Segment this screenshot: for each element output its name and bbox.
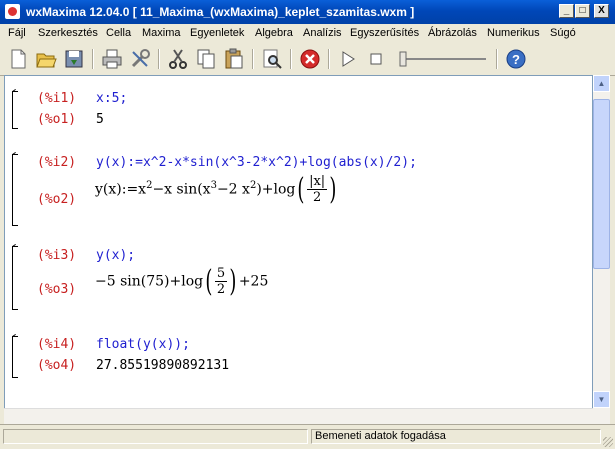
- status-left-pane: [3, 429, 308, 444]
- output-value: 27.85519890892131: [96, 358, 230, 373]
- scroll-up-icon[interactable]: ▲: [593, 75, 610, 92]
- stop-icon[interactable]: [298, 47, 322, 71]
- menu-maxima[interactable]: Maxima: [142, 27, 181, 39]
- window-title: wxMaxima 12.04.0 [ 11_Maxima_(wxMaxima)_…: [26, 5, 415, 19]
- help-icon[interactable]: ?: [504, 47, 528, 71]
- vertical-scrollbar[interactable]: ▲ ▼: [593, 75, 610, 424]
- wxmaxima-app-icon: [5, 4, 20, 19]
- stop-square-icon[interactable]: [364, 47, 388, 71]
- animation-slider[interactable]: [396, 47, 490, 71]
- cell-bracket[interactable]: [12, 91, 18, 129]
- output-formula: −5 sin(75)+log(5 2) +25: [95, 263, 269, 299]
- cut-icon[interactable]: [166, 47, 190, 71]
- menu-algebra[interactable]: Algebra: [255, 27, 293, 39]
- input-label: (%i1): [37, 91, 77, 106]
- horizontal-scrollbar[interactable]: [4, 408, 593, 424]
- save-icon[interactable]: [62, 47, 86, 71]
- minimize-button[interactable]: _: [559, 4, 574, 18]
- input-label: (%i4): [37, 337, 77, 352]
- new-file-icon[interactable]: [6, 47, 30, 71]
- print-icon[interactable]: [100, 47, 124, 71]
- paste-icon[interactable]: [222, 47, 246, 71]
- toolbar: ?: [0, 43, 615, 76]
- output-formula: y(x):=x2−x sin(x3−2 x2)+log(|x| 2): [95, 171, 337, 207]
- menu-help[interactable]: Súgó: [550, 27, 576, 39]
- menu-calculus[interactable]: Analízis: [303, 27, 342, 39]
- svg-text:?: ?: [512, 52, 520, 67]
- menu-equations[interactable]: Egyenletek: [190, 27, 244, 39]
- output-label: (%o2): [37, 192, 77, 207]
- status-bar: Bemeneti adatok fogadása: [0, 424, 615, 449]
- cell-bracket[interactable]: [12, 154, 18, 226]
- play-icon[interactable]: [336, 47, 360, 71]
- input-label: (%i3): [37, 248, 77, 263]
- scroll-thumb[interactable]: [593, 99, 610, 269]
- menu-edit[interactable]: Szerkesztés: [38, 27, 98, 39]
- menu-cell[interactable]: Cella: [106, 27, 131, 39]
- input-expression[interactable]: y(x):=x^2-x*sin(x^3-2*x^2)+log(abs(x)/2)…: [96, 155, 417, 170]
- status-text: Bemeneti adatok fogadása: [311, 429, 601, 444]
- input-expression[interactable]: float(y(x));: [96, 337, 190, 352]
- menu-numeric[interactable]: Numerikus: [487, 27, 540, 39]
- settings-icon[interactable]: [128, 47, 152, 71]
- copy-icon[interactable]: [194, 47, 218, 71]
- menu-file[interactable]: Fájl: [8, 27, 26, 39]
- output-label: (%o4): [37, 358, 77, 373]
- input-expression[interactable]: y(x);: [96, 248, 135, 263]
- input-expression[interactable]: x:5;: [96, 91, 127, 106]
- menu-plot[interactable]: Ábrázolás: [428, 27, 477, 39]
- input-label: (%i2): [37, 155, 77, 170]
- maximize-button[interactable]: □: [575, 4, 590, 18]
- close-button[interactable]: X: [594, 4, 609, 18]
- menu-bar: Fájl Szerkesztés Cella Maxima Egyenletek…: [0, 24, 615, 44]
- cell-bracket[interactable]: [12, 246, 18, 310]
- find-icon[interactable]: [260, 47, 284, 71]
- scroll-down-icon[interactable]: ▼: [593, 391, 610, 408]
- output-label: (%o1): [37, 112, 77, 127]
- output-label: (%o3): [37, 282, 77, 297]
- open-folder-icon[interactable]: [34, 47, 58, 71]
- resize-grip-icon[interactable]: [603, 437, 613, 447]
- worksheet[interactable]: (%i1) x:5; (%o1) 5 (%i2) y(x):=x^2-x*sin…: [4, 75, 593, 424]
- menu-simplify[interactable]: Egyszerűsítés: [350, 27, 419, 39]
- title-bar[interactable]: wxMaxima 12.04.0 [ 11_Maxima_(wxMaxima)_…: [0, 0, 615, 24]
- output-value: 5: [96, 112, 104, 127]
- cell-bracket[interactable]: [12, 336, 18, 378]
